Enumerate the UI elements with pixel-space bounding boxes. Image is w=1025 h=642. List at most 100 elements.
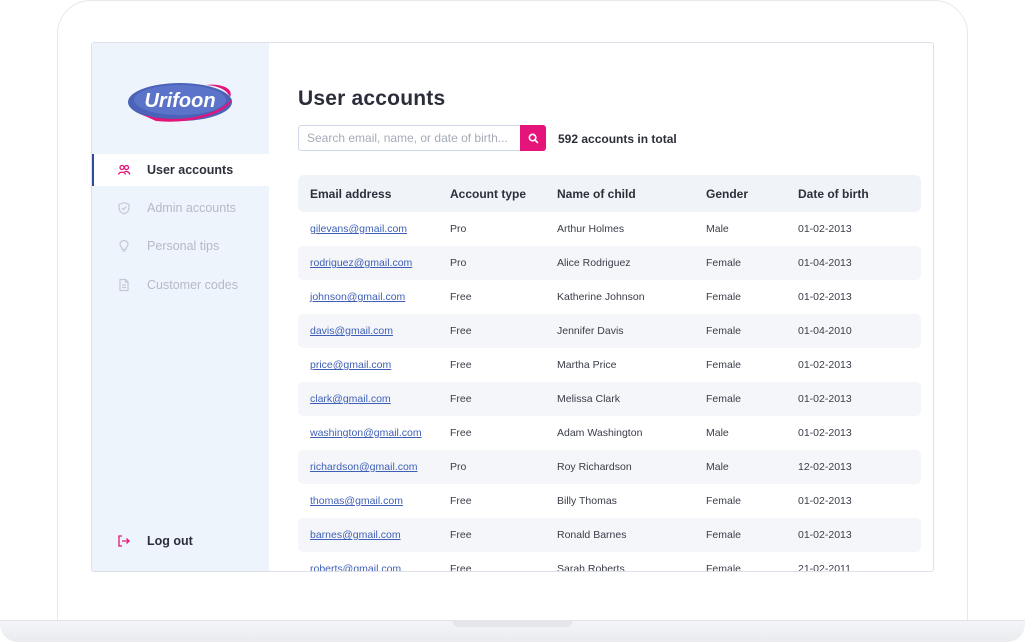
email-link[interactable]: richardson@gmail.com bbox=[310, 461, 418, 473]
gender-cell: Female bbox=[706, 257, 742, 269]
sidebar-item-customer-codes[interactable]: Customer codes bbox=[92, 269, 269, 301]
dob-cell: 01-04-2013 bbox=[798, 257, 852, 269]
dob-cell: 01-02-2013 bbox=[798, 291, 852, 303]
account-type-cell: Free bbox=[450, 427, 472, 439]
logout-button[interactable]: Log out bbox=[92, 525, 269, 557]
table-header: Email address Account type Name of child… bbox=[298, 175, 921, 212]
child-name-cell: Billy Thomas bbox=[557, 495, 617, 507]
dob-cell: 01-02-2013 bbox=[798, 223, 852, 235]
child-name-cell: Melissa Clark bbox=[557, 393, 621, 405]
child-name-cell: Katherine Johnson bbox=[557, 291, 645, 303]
sidebar-item-label: User accounts bbox=[147, 163, 234, 177]
gender-cell: Male bbox=[706, 223, 729, 235]
email-link[interactable]: clark@gmail.com bbox=[310, 393, 391, 405]
accounts-count: 592 accounts in total bbox=[558, 132, 677, 146]
table-row[interactable]: rodriguez@gmail.com Pro Alice Rodriguez Fem… bbox=[298, 246, 921, 280]
child-name-cell: Adam Washington bbox=[557, 427, 643, 439]
email-link[interactable]: washington@gmail.com bbox=[310, 427, 422, 439]
account-type-cell: Free bbox=[450, 359, 472, 371]
gender-cell: Female bbox=[706, 291, 742, 303]
search-input[interactable] bbox=[298, 125, 521, 151]
sidebar-item-label: Customer codes bbox=[147, 278, 239, 292]
email-cell: davis@gmail.com bbox=[298, 325, 438, 337]
dob-cell: 01-02-2013 bbox=[798, 529, 852, 541]
table-row[interactable]: barnes@gmail.com Free Ronald Barnes Female 0… bbox=[298, 518, 921, 552]
table-row[interactable]: davis@gmail.com Free Jennifer Davis Female 0… bbox=[298, 314, 921, 348]
users-icon bbox=[117, 163, 131, 177]
email-link[interactable]: johnson@gmail.com bbox=[310, 291, 405, 303]
child-name-cell: Sarah Roberts bbox=[557, 563, 625, 572]
laptop-notch bbox=[452, 620, 573, 627]
table-row[interactable]: washington@gmail.com Free Adam Washington M… bbox=[298, 416, 921, 450]
shield-check-icon bbox=[117, 201, 131, 215]
email-link[interactable]: rodriguez@gmail.com bbox=[310, 257, 412, 269]
gender-cell: Female bbox=[706, 393, 742, 405]
urifoon-logo: Urifoon bbox=[128, 83, 232, 122]
table-body: gilevans@gmail.com Pro Arthur Holmes Male 01… bbox=[298, 212, 921, 572]
sidebar-item-admin-accounts[interactable]: Admin accounts bbox=[92, 192, 269, 224]
email-link[interactable]: thomas@gmail.com bbox=[310, 495, 403, 507]
column-header-date-of-birth[interactable]: Date of birth bbox=[786, 187, 921, 201]
table-row[interactable]: johnson@gmail.com Free Katherine Johnson Fe… bbox=[298, 280, 921, 314]
account-type-cell: Free bbox=[450, 325, 472, 337]
child-name-cell: Roy Richardson bbox=[557, 461, 632, 473]
accounts-table: Email address Account type Name of child… bbox=[298, 175, 921, 572]
table-row[interactable]: richardson@gmail.com Pro Roy Richardson Mal… bbox=[298, 450, 921, 484]
sidebar-item-user-accounts[interactable]: User accounts bbox=[92, 154, 269, 186]
table-row[interactable]: clark@gmail.com Free Melissa Clark Female 01… bbox=[298, 382, 921, 416]
gender-cell: Male bbox=[706, 427, 729, 439]
dob-cell: 01-02-2013 bbox=[798, 427, 852, 439]
account-type-cell: Free bbox=[450, 393, 472, 405]
gender-cell: Male bbox=[706, 461, 729, 473]
email-cell: barnes@gmail.com bbox=[298, 529, 438, 541]
search-icon bbox=[528, 133, 538, 143]
gender-cell: Female bbox=[706, 495, 742, 507]
account-type-cell: Free bbox=[450, 495, 472, 507]
sidebar-item-label: Personal tips bbox=[147, 239, 220, 253]
dob-cell: 12-02-2013 bbox=[798, 461, 852, 473]
child-name-cell: Ronald Barnes bbox=[557, 529, 627, 541]
document-icon bbox=[117, 278, 131, 292]
account-type-cell: Pro bbox=[450, 257, 467, 269]
gender-cell: Female bbox=[706, 529, 742, 541]
column-header-email[interactable]: Email address bbox=[298, 187, 438, 201]
email-cell: roberts@gmail.com bbox=[298, 563, 438, 571]
email-link[interactable]: barnes@gmail.com bbox=[310, 529, 401, 541]
email-cell: washington@gmail.com bbox=[298, 427, 438, 439]
dob-cell: 01-02-2013 bbox=[798, 393, 852, 405]
child-name-cell: Arthur Holmes bbox=[557, 223, 625, 235]
table-row[interactable]: price@gmail.com Free Martha Price Female 01-… bbox=[298, 348, 921, 382]
table-row[interactable]: roberts@gmail.com Free Sarah Roberts Female… bbox=[298, 552, 921, 572]
email-link[interactable]: roberts@gmail.com bbox=[310, 563, 401, 571]
app-window: Urifoon User accounts Admin accounts Per… bbox=[91, 42, 934, 572]
email-cell: gilevans@gmail.com bbox=[298, 223, 438, 235]
child-name-cell: Martha Price bbox=[557, 359, 617, 371]
gender-cell: Female bbox=[706, 563, 742, 572]
email-cell: price@gmail.com bbox=[298, 359, 438, 371]
email-cell: clark@gmail.com bbox=[298, 393, 438, 405]
logo-text: Urifoon bbox=[144, 90, 215, 112]
email-link[interactable]: price@gmail.com bbox=[310, 359, 391, 371]
column-header-gender[interactable]: Gender bbox=[694, 187, 786, 201]
account-type-cell: Free bbox=[450, 563, 472, 572]
column-header-account-type[interactable]: Account type bbox=[438, 187, 545, 201]
email-cell: thomas@gmail.com bbox=[298, 495, 438, 507]
dob-cell: 01-04-2010 bbox=[798, 325, 852, 337]
logout-label: Log out bbox=[147, 534, 193, 548]
table-row[interactable]: gilevans@gmail.com Pro Arthur Holmes Male 01… bbox=[298, 212, 921, 246]
account-type-cell: Pro bbox=[450, 223, 467, 235]
sidebar: Urifoon User accounts Admin accounts Per… bbox=[92, 43, 269, 571]
email-cell: rodriguez@gmail.com bbox=[298, 257, 438, 269]
email-cell: johnson@gmail.com bbox=[298, 291, 438, 303]
email-link[interactable]: davis@gmail.com bbox=[310, 325, 393, 337]
email-link[interactable]: gilevans@gmail.com bbox=[310, 223, 407, 235]
search-button[interactable] bbox=[520, 125, 546, 151]
table-row[interactable]: thomas@gmail.com Free Billy Thomas Female 01… bbox=[298, 484, 921, 518]
child-name-cell: Jennifer Davis bbox=[557, 325, 624, 337]
lightbulb-icon bbox=[117, 239, 131, 253]
gender-cell: Female bbox=[706, 359, 742, 371]
logout-icon bbox=[117, 534, 131, 548]
account-type-cell: Free bbox=[450, 291, 472, 303]
column-header-name-of-child[interactable]: Name of child bbox=[545, 187, 694, 201]
sidebar-item-personal-tips[interactable]: Personal tips bbox=[92, 230, 269, 262]
